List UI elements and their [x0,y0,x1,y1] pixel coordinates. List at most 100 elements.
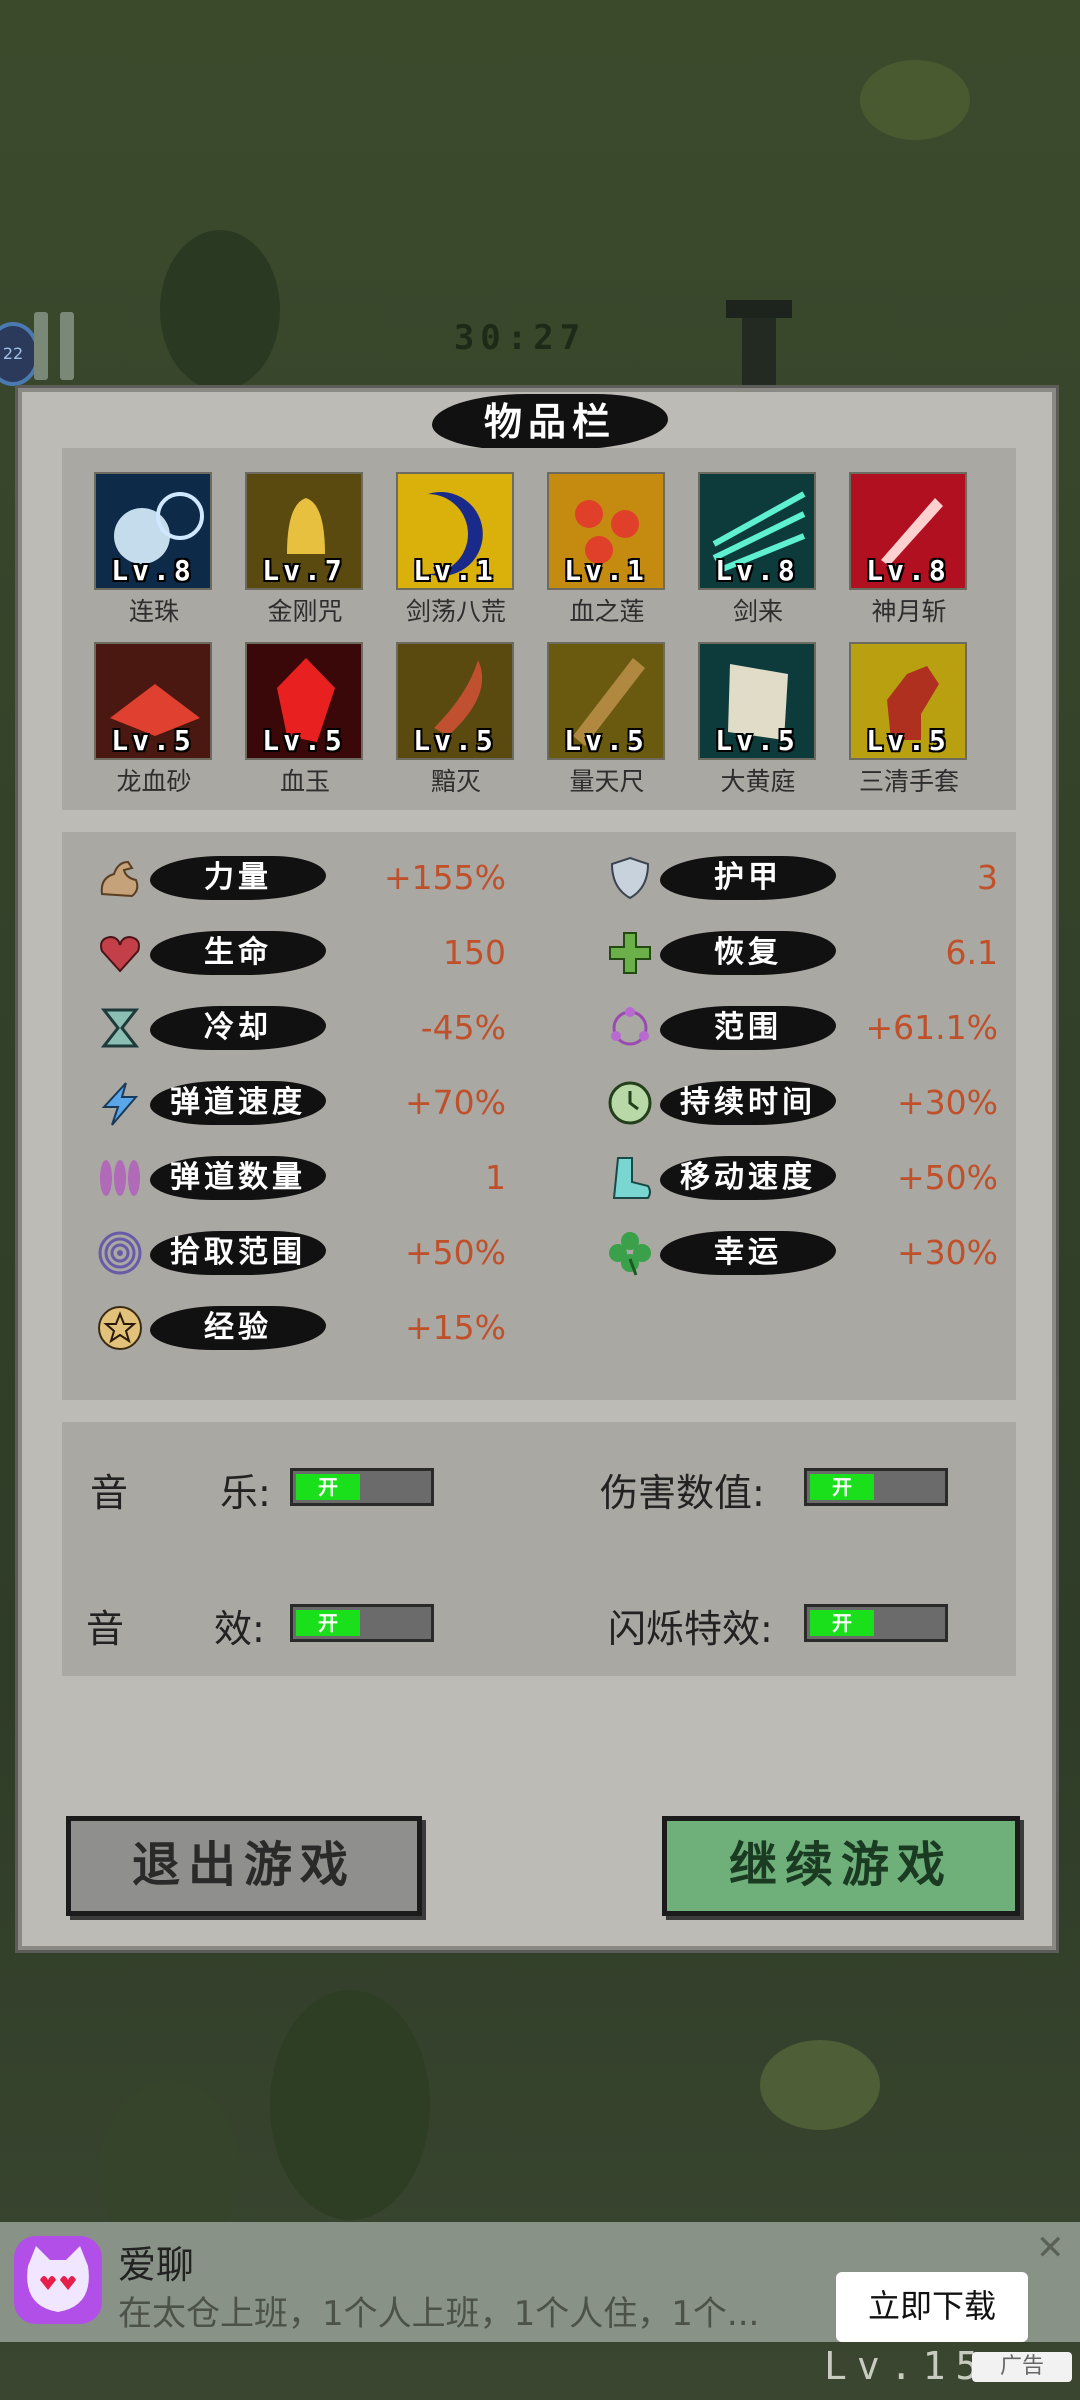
spiral-icon [98,1231,142,1275]
item-slot[interactable]: Lv.8 神月斩 [849,472,969,628]
toggle-on-indicator: 开 [296,1474,360,1500]
item-icon: Lv.8 [94,472,212,590]
item-icon: Lv.1 [396,472,514,590]
stat-label: 冷却 [150,1006,326,1050]
stat-label: 生命 [150,931,326,975]
item-level: Lv.5 [715,724,799,757]
item-name: 金刚咒 [267,597,343,626]
sfx-toggle[interactable]: 开 [290,1604,434,1642]
item-name: 剑荡八荒 [405,597,506,626]
hourglass-icon [100,1008,140,1048]
item-slot[interactable]: Lv.5 量天尺 [547,642,667,798]
ad-close-icon[interactable]: ✕ [1036,2228,1065,2268]
item-slot[interactable]: Lv.1 血之莲 [547,472,667,628]
item-level: Lv.8 [866,554,950,587]
stat-label: 护甲 [660,856,836,900]
item-name: 神月斩 [871,597,947,626]
stat-row: 范围 +61.1% [606,1000,1006,1056]
sfx-setting-suffix: 效: [214,1598,265,1653]
item-level: Lv.1 [413,554,497,587]
stat-value: +50% [405,1233,506,1272]
stat-value: +70% [405,1083,506,1122]
muscle-icon [100,860,139,898]
item-level: Lv.5 [564,724,648,757]
shield-icon [610,856,650,900]
sfx-setting: 音 [86,1598,124,1653]
item-slot[interactable]: Lv.5 大黄庭 [698,642,818,798]
ad-tag: 广告 [972,2352,1072,2382]
stat-row: 恢复 6.1 [606,925,1006,981]
ad-download-button[interactable]: 立即下载 [836,2272,1028,2342]
damage-numbers-label: 伤害数值: [600,1471,765,1515]
item-icon: Lv.5 [547,642,665,760]
music-label: 音 [90,1471,129,1515]
item-icon: Lv.5 [94,642,212,760]
item-level: Lv.8 [715,554,799,587]
stat-label: 恢复 [660,931,836,975]
item-icon: Lv.7 [245,472,363,590]
item-name: 三清手套 [858,767,959,796]
toggle-on-indicator: 开 [810,1474,874,1500]
item-level: Lv.5 [111,724,195,757]
items-grid: Lv.8 连珠 Lv.7 金刚咒 Lv.1 剑荡八荒 Lv.1 血之莲 Lv.8… [62,448,1016,810]
stat-row: 护甲 3 [606,850,1006,906]
item-level: Lv.5 [262,724,346,757]
item-name: 剑来 [732,597,783,626]
exit-game-button[interactable]: 退出游戏 [66,1816,422,1916]
item-slot[interactable]: Lv.1 剑荡八荒 [396,472,516,628]
item-name: 连珠 [128,597,179,626]
item-name: 大黄庭 [720,767,796,796]
stat-row: 持续时间 +30% [606,1075,1006,1131]
star-icon [98,1306,142,1350]
item-icon: Lv.5 [698,642,816,760]
music-toggle[interactable]: 开 [290,1468,434,1506]
stat-label: 范围 [660,1006,836,1050]
settings-section: 音 乐: 开 音 效: 开 伤害数值: 开 闪烁特效: 开 [62,1422,1016,1676]
stats-list: 力量 +155% 生命 150 冷却 -45% 弹道速度 +70% 弹道数量 1… [62,832,1016,1400]
stat-value: -45% [420,1008,506,1047]
item-slot[interactable]: Lv.5 龙血砂 [94,642,214,798]
item-slot[interactable]: Lv.7 金刚咒 [245,472,365,628]
item-name: 血之莲 [569,597,645,626]
game-timer: 30:27 [453,318,587,358]
stat-value: 6.1 [945,933,998,972]
item-slot[interactable]: Lv.8 剑来 [698,472,818,628]
stat-label: 拾取范围 [150,1231,326,1275]
clock-icon [608,1081,652,1125]
item-slot[interactable]: Lv.8 连珠 [94,472,214,628]
item-level: Lv.7 [262,554,346,587]
item-name: 龙血砂 [116,767,192,796]
item-slot[interactable]: Lv.5 血玉 [245,642,365,798]
item-icon: Lv.1 [547,472,665,590]
item-name: 量天尺 [569,767,645,796]
ad-app-logo [14,2236,102,2324]
stat-value: +61.1% [865,1008,998,1047]
item-level: Lv.8 [111,554,195,587]
stat-label: 移动速度 [660,1156,836,1200]
item-level: Lv.5 [413,724,497,757]
stat-label: 弹道数量 [150,1156,326,1200]
sfx-label-suffix: 效: [214,1607,265,1651]
music-setting: 音 [90,1462,128,1517]
inventory-panel: 物品栏 Lv.8 连珠 Lv.7 金刚咒 Lv.1 剑荡八荒 Lv.1 血之莲 … [18,388,1056,1950]
stat-row: 生命 150 [96,925,516,981]
continue-game-button[interactable]: 继续游戏 [662,1816,1020,1916]
bamboo-decoration [270,1990,430,2220]
pause-icon [34,312,48,380]
pause-button[interactable] [34,312,80,380]
bush-decoration [860,60,970,140]
stat-label: 经验 [150,1306,326,1350]
flash-effects-setting: 闪烁特效: [608,1598,773,1653]
bush-decoration [760,2040,880,2130]
item-name: 血玉 [279,767,330,796]
flash-effects-toggle[interactable]: 开 [804,1604,948,1642]
stat-row: 经验 +15% [96,1300,516,1356]
projectiles-icon [100,1160,140,1196]
item-icon: Lv.5 [396,642,514,760]
damage-numbers-toggle[interactable]: 开 [804,1468,948,1506]
ad-banner[interactable]: 爱聊 在太仓上班，1个人上班，1个人住，1个... 立即下载 ✕ [0,2222,1080,2342]
item-slot[interactable]: Lv.5 三清手套 [849,642,969,798]
item-slot[interactable]: Lv.5 黯灭 [396,642,516,798]
pause-icon-bar [60,312,74,380]
toggle-on-indicator: 开 [810,1610,874,1636]
